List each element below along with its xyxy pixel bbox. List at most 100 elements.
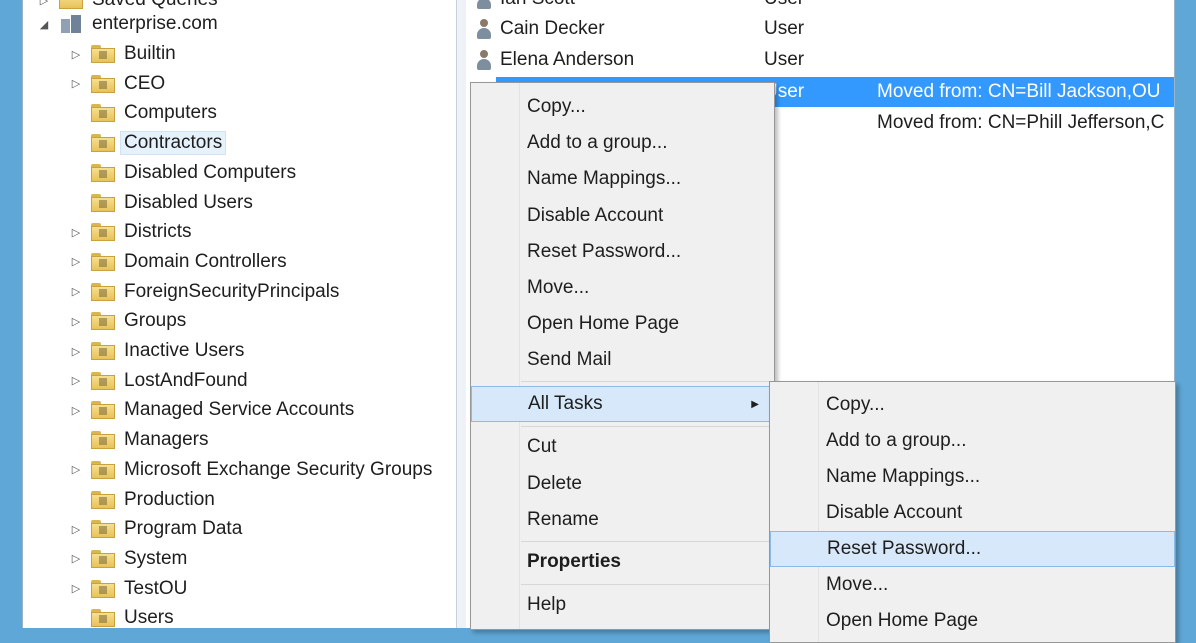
tree-item[interactable]: ▷ System xyxy=(69,545,188,573)
menu-item-label: Reset Password... xyxy=(827,538,982,559)
menu-item[interactable]: Move... xyxy=(471,270,774,306)
list-row-description: Moved from: CN=Bill Jackson,OU xyxy=(877,81,1161,102)
context-menu[interactable]: Copy... Add to a group... Name Mappings...… xyxy=(470,82,775,630)
tree-item[interactable]: Managers xyxy=(69,426,209,454)
ou-folder-icon xyxy=(91,609,115,628)
submenu-item[interactable]: Move... xyxy=(770,567,1175,603)
all-tasks-submenu[interactable]: Copy... Add to a group... Name Mappings...… xyxy=(769,381,1176,643)
tree-item-label: CEO xyxy=(124,72,166,94)
menu-item-all-tasks[interactable]: All Tasks ▶ xyxy=(471,386,774,422)
tree-item-label: Users xyxy=(124,607,174,629)
tree-item-label: Groups xyxy=(124,310,187,332)
expand-arrow-icon[interactable]: ▷ xyxy=(69,404,83,417)
ou-folder-icon xyxy=(91,342,115,360)
menu-item-label: Delete xyxy=(527,472,582,494)
tree-item[interactable]: Disabled Users xyxy=(69,189,253,217)
menu-item[interactable]: Rename xyxy=(471,502,774,538)
tree-pane[interactable]: ▷ Saved Queries ◢ enterprise.com ▷Builti… xyxy=(22,0,457,628)
ou-folder-icon xyxy=(91,401,115,420)
menu-item[interactable]: Name Mappings... xyxy=(471,161,774,197)
ou-folder-icon xyxy=(91,134,115,153)
tree-item[interactable]: Computers xyxy=(69,99,217,127)
expand-arrow-icon[interactable]: ▷ xyxy=(69,552,83,565)
menu-item-help[interactable]: Help xyxy=(471,587,774,623)
expand-arrow-icon[interactable]: ▷ xyxy=(69,48,83,61)
submenu-arrow-icon: ▶ xyxy=(751,398,759,410)
tree-item[interactable]: ▷ Managed Service Accounts xyxy=(69,396,354,424)
window-border-right xyxy=(1175,0,1196,628)
menu-item[interactable]: Disable Account xyxy=(471,198,774,234)
expand-arrow-icon[interactable]: ▷ xyxy=(69,315,83,328)
expand-arrow-icon[interactable]: ▷ xyxy=(69,374,83,387)
ou-folder-icon xyxy=(91,45,115,63)
menu-item[interactable]: Add to a group... xyxy=(471,125,774,161)
ou-folder-icon xyxy=(91,74,115,93)
ou-folder-icon xyxy=(91,312,115,331)
expand-arrow-icon[interactable]: ▷ xyxy=(69,463,83,476)
menu-separator xyxy=(521,584,770,585)
expand-arrow-icon[interactable]: ▷ xyxy=(69,345,83,358)
tree-item[interactable]: ▷ Domain Controllers xyxy=(69,248,287,276)
tree-item[interactable]: Disabled Computers xyxy=(69,159,296,187)
submenu-item[interactable]: Reset Password... xyxy=(770,531,1175,567)
menu-item[interactable]: Cut xyxy=(471,429,774,465)
tree-item[interactable]: Contractors xyxy=(69,129,227,157)
tree-item-label: Production xyxy=(124,488,215,510)
list-row-name[interactable]: Ian Scott xyxy=(476,0,575,14)
tree-item-domain[interactable]: ◢ enterprise.com xyxy=(37,10,218,38)
menu-separator xyxy=(521,381,770,382)
user-icon xyxy=(476,49,492,71)
menu-item[interactable]: Open Home Page xyxy=(471,306,774,342)
tree-item[interactable]: ▷ Inactive Users xyxy=(69,337,245,365)
list-row-type: User xyxy=(764,0,804,14)
menu-item-label: Reset Password... xyxy=(527,240,682,262)
menu-item[interactable]: Send Mail xyxy=(471,342,774,378)
expand-arrow-icon[interactable]: ▷ xyxy=(69,523,83,536)
ou-folder-icon xyxy=(91,371,115,390)
user-name: Elena Anderson xyxy=(500,49,635,70)
menu-item-label: Move... xyxy=(826,574,889,595)
window-border-left xyxy=(0,0,22,628)
tree-item[interactable]: Users xyxy=(69,604,174,632)
expand-arrow-icon[interactable]: ▷ xyxy=(69,255,83,268)
tree-item-label: Program Data xyxy=(124,518,243,540)
menu-item-label: Add to a group... xyxy=(826,430,967,451)
tree-item[interactable]: ▷ Builtin xyxy=(69,40,176,68)
tree-item[interactable]: ▷ LostAndFound xyxy=(69,367,248,395)
menu-item-properties[interactable]: Properties xyxy=(471,544,774,580)
expand-arrow-icon[interactable]: ▷ xyxy=(69,226,83,239)
ou-folder-icon xyxy=(91,282,115,301)
menu-item[interactable]: Delete xyxy=(471,466,774,502)
submenu-item[interactable]: Add to a group... xyxy=(770,423,1175,459)
submenu-item[interactable]: Name Mappings... xyxy=(770,459,1175,495)
list-row-name[interactable]: Elena Anderson xyxy=(476,45,634,75)
tree-item[interactable]: ▷ Program Data xyxy=(69,515,243,543)
tree-item[interactable]: Production xyxy=(69,486,215,514)
menu-item-label: Name Mappings... xyxy=(527,168,682,190)
tree-item[interactable]: ▷ TestOU xyxy=(69,575,188,603)
tree-item[interactable]: ▷ Groups xyxy=(69,307,187,335)
tree-item-label: Computers xyxy=(124,102,217,124)
tree-item[interactable]: ▷ Microsoft Exchange Security Groups xyxy=(69,456,433,484)
menu-item[interactable]: Copy... xyxy=(471,89,774,125)
submenu-item[interactable]: Open Home Page xyxy=(770,603,1175,639)
tree-item-label: Managers xyxy=(124,429,209,451)
expand-arrow-icon[interactable]: ▷ xyxy=(69,77,83,90)
ou-folder-icon xyxy=(91,163,115,182)
user-name: Ian Scott xyxy=(500,0,575,10)
tree-item[interactable]: ▷ ForeignSecurityPrincipals xyxy=(69,278,340,306)
menu-item-label: Cut xyxy=(527,436,557,457)
expand-arrow-icon[interactable]: ▷ xyxy=(69,582,83,595)
tree-item[interactable]: ▷ CEO xyxy=(69,70,165,98)
tree-item-label: Disabled Computers xyxy=(124,161,297,183)
list-row-name[interactable]: Cain Decker xyxy=(476,14,605,44)
submenu-item[interactable]: Copy... xyxy=(770,387,1175,423)
submenu-item[interactable]: Disable Account xyxy=(770,495,1175,531)
menu-item[interactable]: Reset Password... xyxy=(471,234,774,270)
tree-item[interactable]: ▷ Districts xyxy=(69,218,192,246)
collapse-arrow-icon[interactable]: ◢ xyxy=(37,18,51,31)
menu-item-label: Help xyxy=(527,594,567,615)
expand-arrow-icon[interactable]: ▷ xyxy=(37,0,51,7)
expand-arrow-icon[interactable]: ▷ xyxy=(69,285,83,298)
tree-item-label: Disabled Users xyxy=(124,191,253,213)
